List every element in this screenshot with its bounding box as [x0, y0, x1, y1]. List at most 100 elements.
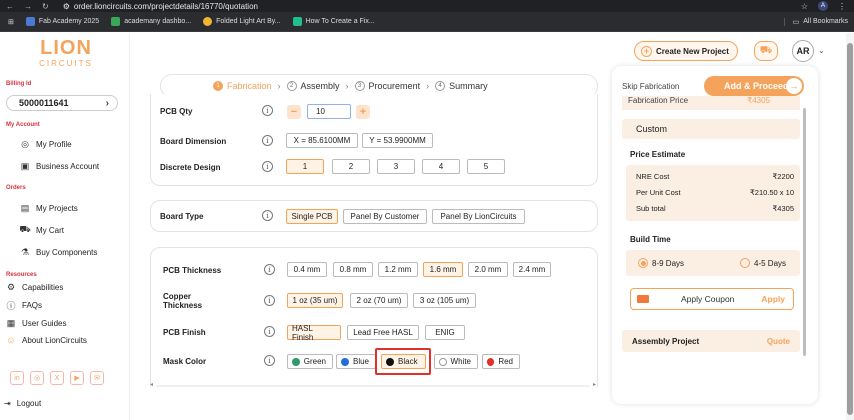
add-proceed-button[interactable]: Add & Proceed →: [704, 76, 804, 96]
sidebar-item-user-guides[interactable]: ▦ User Guides: [6, 318, 67, 328]
sidebar-item-business-account[interactable]: ▣ Business Account: [20, 161, 99, 171]
billing-id-select[interactable]: 5000011641 ›: [6, 95, 118, 111]
thickness-option-0-4[interactable]: 0.4 mm: [287, 262, 327, 277]
assembly-quote-link[interactable]: Quote: [767, 337, 790, 346]
info-icon[interactable]: i: [262, 105, 273, 116]
linkedin-icon[interactable]: in: [10, 371, 24, 385]
discrete-option-5[interactable]: 5: [467, 159, 505, 174]
copper-option-3oz[interactable]: 3 oz (105 um): [413, 293, 476, 308]
browser-profile-icon[interactable]: A: [818, 1, 828, 11]
bookmark-fab-academy[interactable]: Fab Academy 2025: [25, 17, 99, 26]
reload-icon[interactable]: ↻: [42, 2, 49, 11]
board-type-panel-by-customer[interactable]: Panel By Customer: [343, 209, 427, 224]
back-icon[interactable]: ←: [6, 2, 14, 11]
mask-color-label: Mask Color: [163, 357, 207, 366]
horizontal-scrollbar[interactable]: ◂ ▸: [150, 381, 596, 388]
discrete-option-3[interactable]: 3: [377, 159, 415, 174]
info-icon[interactable]: i: [264, 295, 275, 306]
billing-id-value: 5000011641: [19, 98, 69, 108]
step-fabrication[interactable]: 1 Fabrication: [213, 81, 272, 91]
apply-coupon-button[interactable]: Apply: [761, 294, 785, 304]
x-icon[interactable]: X: [50, 371, 64, 385]
sidebar-item-my-projects[interactable]: ▤ My Projects: [20, 203, 78, 213]
board-type-single-pcb[interactable]: Single PCB: [286, 209, 338, 224]
info-icon[interactable]: i: [264, 326, 275, 337]
thickness-option-1-2[interactable]: 1.2 mm: [378, 262, 418, 277]
chevron-down-icon[interactable]: ⌄: [818, 46, 825, 55]
sidebar-item-buy-components[interactable]: ⚗ Buy Components: [20, 247, 97, 257]
address-bar[interactable]: ⚙ order.lioncircuits.com/projectdetails/…: [63, 2, 258, 11]
build-time-8-9-days[interactable]: 8-9 Days: [638, 258, 684, 268]
browser-menu-icon[interactable]: ⋮: [838, 2, 846, 11]
info-icon[interactable]: i: [264, 355, 275, 366]
qty-decrement-button[interactable]: −: [287, 105, 301, 119]
dimension-y-field[interactable]: Y = 53.9900MM: [362, 133, 433, 148]
panel-scrollbar[interactable]: [803, 108, 806, 356]
step-summary[interactable]: 4 Summary: [435, 81, 488, 91]
skip-fabrication-link[interactable]: Skip Fabrication: [622, 82, 679, 91]
scroll-left-icon[interactable]: ◂: [150, 381, 153, 388]
bookmark-academany[interactable]: academany dashbo...: [111, 17, 191, 26]
step-procurement[interactable]: 3 Procurement: [354, 81, 420, 91]
thickness-option-2-4[interactable]: 2.4 mm: [513, 262, 551, 277]
qty-increment-button[interactable]: +: [356, 105, 370, 119]
finish-option-hasl[interactable]: HASL Finish: [287, 324, 341, 342]
custom-section-header[interactable]: Custom: [622, 119, 800, 139]
header-cart-button[interactable]: ⛟: [754, 41, 778, 61]
discrete-option-2[interactable]: 2: [332, 159, 370, 174]
apply-coupon-box[interactable]: Apply Coupon Apply: [630, 288, 794, 310]
board-type-panel-by-lioncircuits[interactable]: Panel By LionCircuits: [432, 209, 525, 224]
page-scrollbar[interactable]: [846, 33, 854, 420]
info-icon[interactable]: i: [264, 264, 275, 275]
briefcase-icon: ▣: [20, 160, 30, 171]
dimension-x-field[interactable]: X = 85.6100MM: [286, 133, 358, 148]
site-info-icon[interactable]: ⚙: [63, 2, 70, 11]
forward-icon[interactable]: →: [24, 2, 32, 11]
discrete-option-1[interactable]: 1: [286, 159, 324, 174]
star-icon[interactable]: ☆: [801, 2, 808, 11]
info-icon[interactable]: i: [262, 161, 273, 172]
mask-option-blue[interactable]: Blue: [336, 354, 376, 369]
logout-button[interactable]: ⇥ Logout: [4, 399, 41, 408]
instagram-icon[interactable]: ◎: [30, 371, 44, 385]
pcb-qty-input[interactable]: 10: [307, 104, 351, 119]
info-icon[interactable]: i: [262, 210, 273, 221]
email-icon[interactable]: ✉: [90, 371, 104, 385]
step-assembly[interactable]: 2 Assembly: [286, 81, 340, 91]
arrow-right-icon: →: [786, 78, 802, 94]
copper-option-2oz[interactable]: 2 oz (70 um): [350, 293, 408, 308]
bookmark-folded-light[interactable]: Folded Light Art By...: [203, 17, 281, 26]
thickness-option-1-6[interactable]: 1.6 mm: [423, 262, 463, 277]
bookmark-how-to[interactable]: How To Create a Fix...: [292, 17, 375, 26]
step-label: Summary: [449, 81, 488, 91]
chevron-right-icon: ›: [105, 97, 109, 109]
discrete-option-4[interactable]: 4: [422, 159, 460, 174]
thickness-option-2-0[interactable]: 2.0 mm: [468, 262, 508, 277]
add-proceed-label: Add & Proceed: [724, 81, 789, 91]
sidebar-item-about[interactable]: ☺ About LionCircuits: [6, 335, 87, 345]
scroll-right-icon[interactable]: ▸: [593, 381, 596, 388]
copper-option-1oz[interactable]: 1 oz (35 um): [287, 293, 343, 308]
finish-option-lead-free-hasl[interactable]: Lead Free HASL: [347, 325, 419, 340]
sidebar-item-my-cart[interactable]: ⛟ My Cart: [19, 224, 64, 235]
mask-option-white[interactable]: White: [434, 354, 478, 369]
mask-option-green[interactable]: Green: [287, 354, 333, 369]
finish-option-enig[interactable]: ENIG: [425, 325, 465, 340]
all-bookmarks[interactable]: ▭ All Bookmarks: [783, 17, 848, 26]
avatar[interactable]: AR: [792, 40, 814, 62]
selection-highlight-box: [375, 348, 431, 375]
apps-icon[interactable]: ⊞: [8, 18, 14, 26]
sidebar-item-my-profile[interactable]: ◎ My Profile: [20, 139, 72, 149]
page-scroll-thumb[interactable]: [847, 43, 853, 415]
mask-option-label: White: [450, 357, 471, 366]
lioncircuits-logo[interactable]: LION CIRCUITS: [36, 37, 96, 71]
fab-price-value: ₹4305: [747, 96, 770, 105]
thickness-option-0-8[interactable]: 0.8 mm: [333, 262, 373, 277]
youtube-icon[interactable]: ▶: [70, 371, 84, 385]
build-time-4-5-days[interactable]: 4-5 Days: [740, 258, 786, 268]
create-new-project-button[interactable]: + Create New Project: [634, 41, 738, 61]
mask-option-red[interactable]: Red: [482, 354, 520, 369]
info-icon[interactable]: i: [262, 135, 273, 146]
sidebar-item-faqs[interactable]: ⓘ FAQs: [6, 300, 42, 311]
sidebar-item-capabilities[interactable]: ⚙ Capabilities: [6, 282, 63, 292]
